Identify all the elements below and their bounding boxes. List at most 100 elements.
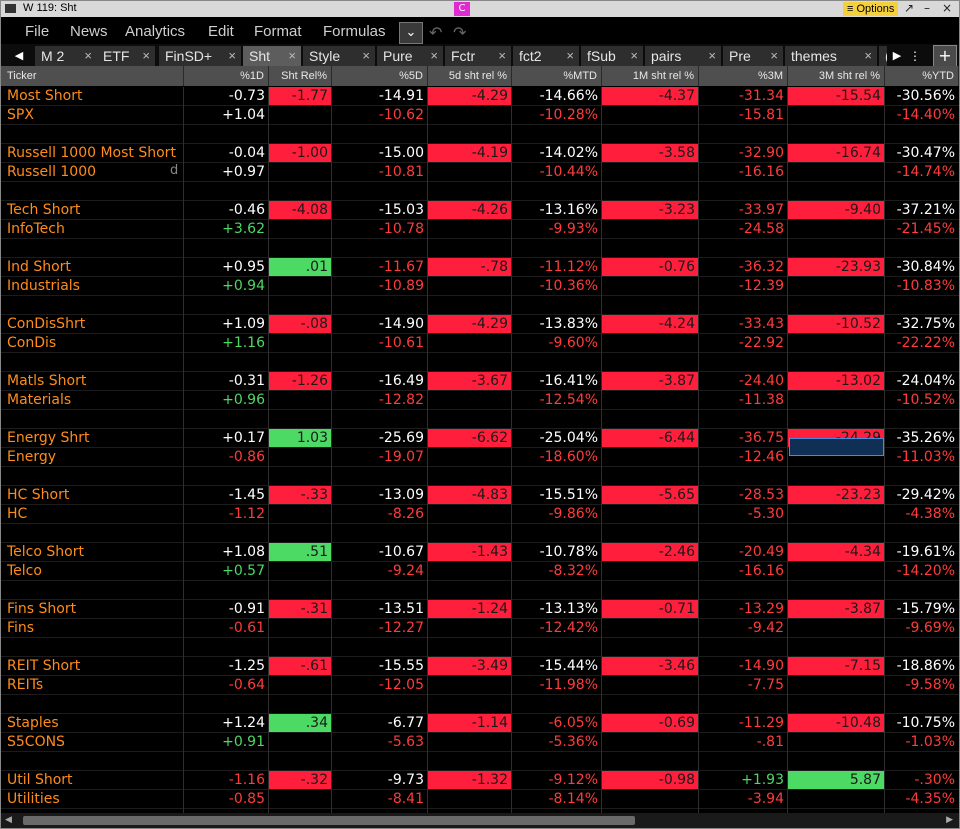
value-cell[interactable]: -0.69 [602,714,699,733]
value-cell[interactable]: -9.86% [512,505,602,524]
value-cell[interactable]: -12.27 [332,619,428,638]
value-cell[interactable]: -8.41 [332,790,428,809]
empty-cell[interactable] [512,524,602,543]
value-cell[interactable]: -12.05 [332,676,428,695]
empty-cell[interactable] [1,524,184,543]
tab-m-2[interactable]: M 2 × [35,46,97,66]
value-cell[interactable]: -14.66% [512,87,602,106]
column-header[interactable]: 3M sht rel % [788,66,885,86]
value-cell[interactable] [788,277,885,296]
empty-cell[interactable] [699,752,788,771]
value-cell[interactable]: -1.12 [184,505,269,524]
value-cell[interactable]: -24.58 [699,220,788,239]
tab-pairs[interactable]: pairs × [645,46,721,66]
value-cell[interactable] [602,220,699,239]
value-cell[interactable] [428,505,512,524]
value-cell[interactable] [788,334,885,353]
value-cell[interactable]: -13.16% [512,201,602,220]
value-cell[interactable]: -4.19 [428,144,512,163]
value-cell[interactable]: -7.15 [788,657,885,676]
value-cell[interactable] [269,562,332,581]
value-cell[interactable] [428,619,512,638]
value-cell[interactable]: -14.02% [512,144,602,163]
value-cell[interactable]: -4.08 [269,201,332,220]
empty-cell[interactable] [1,410,184,429]
value-cell[interactable] [602,334,699,353]
empty-cell[interactable] [788,467,885,486]
close-button[interactable]: × [939,1,955,17]
value-cell[interactable]: -13.51 [332,600,428,619]
value-cell[interactable]: +0.95 [184,258,269,277]
value-cell[interactable]: -31.34 [699,87,788,106]
value-cell[interactable]: -15.81 [699,106,788,125]
value-cell[interactable] [428,106,512,125]
value-cell[interactable]: -10.44% [512,163,602,182]
empty-cell[interactable] [1,182,184,201]
value-cell[interactable]: +3.62 [184,220,269,239]
value-cell[interactable]: -22.22% [885,334,959,353]
value-cell[interactable]: -6.44 [602,429,699,448]
value-cell[interactable]: -0.64 [184,676,269,695]
empty-cell[interactable] [332,638,428,657]
horizontal-scrollbar[interactable]: ◀ ▶ [1,813,959,828]
value-cell[interactable]: -13.83% [512,315,602,334]
value-cell[interactable]: -33.43 [699,315,788,334]
empty-cell[interactable] [184,524,269,543]
empty-cell[interactable] [699,239,788,258]
ticker-cell[interactable]: Russell 1000 Most Short [1,144,184,163]
value-cell[interactable]: -11.98% [512,676,602,695]
value-cell[interactable]: -16.49 [332,372,428,391]
tab--[interactable]: ( [879,46,887,66]
empty-cell[interactable] [602,125,699,144]
value-cell[interactable]: -15.51% [512,486,602,505]
value-cell[interactable] [428,790,512,809]
value-cell[interactable]: -9.58% [885,676,959,695]
empty-cell[interactable] [1,695,184,714]
value-cell[interactable] [602,733,699,752]
empty-cell[interactable] [184,182,269,201]
value-cell[interactable]: -10.83% [885,277,959,296]
value-cell[interactable]: -13.29 [699,600,788,619]
value-cell[interactable]: -1.77 [269,87,332,106]
value-cell[interactable]: -10.67 [332,543,428,562]
value-cell[interactable] [428,334,512,353]
value-cell[interactable]: -14.40% [885,106,959,125]
empty-cell[interactable] [269,695,332,714]
value-cell[interactable] [602,562,699,581]
ticker-cell[interactable]: Util Short [1,771,184,790]
value-cell[interactable]: -13.09 [332,486,428,505]
empty-cell[interactable] [788,182,885,201]
value-cell[interactable]: -0.91 [184,600,269,619]
value-cell[interactable]: -4.29 [428,87,512,106]
empty-cell[interactable] [885,581,959,600]
value-cell[interactable]: -11.67 [332,258,428,277]
value-cell[interactable]: -1.25 [184,657,269,676]
empty-cell[interactable] [699,125,788,144]
empty-cell[interactable] [602,296,699,315]
empty-cell[interactable] [885,638,959,657]
value-cell[interactable]: +1.04 [184,106,269,125]
value-cell[interactable]: -28.53 [699,486,788,505]
value-cell[interactable]: -19.61% [885,543,959,562]
empty-cell[interactable] [512,467,602,486]
value-cell[interactable] [602,676,699,695]
value-cell[interactable] [269,448,332,467]
value-cell[interactable]: -8.32% [512,562,602,581]
tab-fctr[interactable]: Fctr × [445,46,511,66]
value-cell[interactable]: -10.28% [512,106,602,125]
empty-cell[interactable] [602,239,699,258]
empty-cell[interactable] [1,125,184,144]
tab-close-icon[interactable]: × [708,46,716,66]
ticker-cell[interactable]: Ind Short [1,258,184,277]
empty-cell[interactable] [332,410,428,429]
empty-cell[interactable] [885,296,959,315]
value-cell[interactable]: -10.75% [885,714,959,733]
tab-close-icon[interactable]: × [630,46,638,66]
empty-cell[interactable] [1,353,184,372]
value-cell[interactable]: -0.04 [184,144,269,163]
value-cell[interactable]: -33.97 [699,201,788,220]
value-cell[interactable] [788,676,885,695]
value-cell[interactable]: -9.24 [332,562,428,581]
value-cell[interactable]: .34 [269,714,332,733]
tab-etf[interactable]: ETF × [97,46,155,66]
